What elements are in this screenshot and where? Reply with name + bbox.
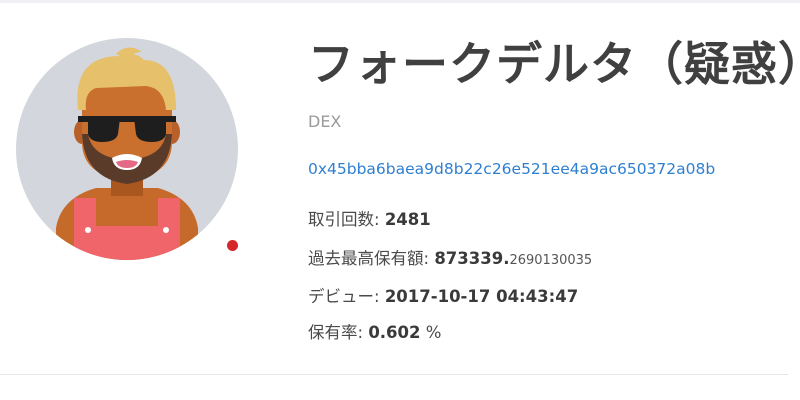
profile-name: フォークデルタ（疑惑） bbox=[308, 37, 800, 91]
profile-type: DEX bbox=[308, 112, 342, 131]
trade-count-value: 2481 bbox=[384, 210, 431, 229]
debut: デビュー: 2017-10-17 04:43:47 bbox=[308, 283, 578, 307]
max-holding-int: 873339. bbox=[434, 249, 510, 268]
avatar-image bbox=[16, 38, 238, 260]
trade-count: 取引回数: 2481 bbox=[308, 206, 431, 230]
status-dot bbox=[227, 240, 238, 251]
bottom-divider bbox=[0, 374, 788, 375]
debut-label: デビュー: bbox=[308, 287, 380, 306]
trade-count-label: 取引回数: bbox=[308, 210, 380, 229]
max-holding-label: 過去最高保有額: bbox=[308, 249, 430, 268]
holding-rate-value: 0.602 bbox=[368, 323, 421, 342]
holding-rate-label: 保有率: bbox=[308, 323, 364, 342]
holding-rate: 保有率: 0.602 % bbox=[308, 319, 441, 343]
max-holding-decimal: 2690130035 bbox=[509, 253, 593, 268]
top-divider bbox=[0, 0, 800, 3]
wallet-address-link[interactable]: 0x45bba6baea9d8b22c26e521ee4a9ac650372a0… bbox=[308, 160, 800, 178]
debut-value: 2017-10-17 04:43:47 bbox=[384, 287, 579, 306]
avatar[interactable] bbox=[16, 38, 238, 260]
max-holding: 過去最高保有額: 873339.2690130035 bbox=[308, 245, 592, 269]
holding-rate-unit: % bbox=[425, 323, 442, 342]
